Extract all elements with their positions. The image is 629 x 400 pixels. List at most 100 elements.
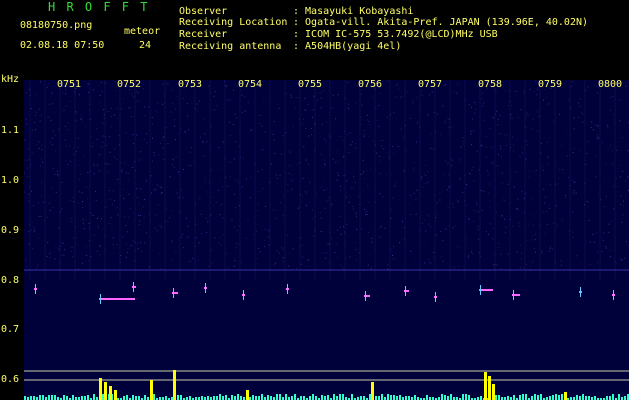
noise-pixel: [171, 240, 173, 242]
noise-pixel: [61, 182, 63, 183]
noise-pixel: [47, 242, 49, 244]
noise-pixel: [237, 181, 239, 183]
echo-bar: [294, 394, 296, 400]
noise-pixel: [534, 239, 536, 241]
noise-pixel: [97, 225, 99, 227]
noise-pixel: [136, 188, 138, 190]
echo-bar-strong: [114, 390, 117, 400]
noise-pixel: [321, 231, 323, 232]
echo-bar: [405, 396, 407, 400]
echo-bar: [576, 395, 578, 400]
y-tick: 1.1: [1, 125, 20, 136]
noise-pixel: [519, 155, 521, 157]
noise-pixel: [466, 204, 468, 206]
noise-pixel: [271, 163, 273, 165]
noise-pixel: [611, 150, 613, 152]
noise-pixel: [87, 198, 89, 200]
noise-pixel: [287, 190, 289, 192]
noise-pixel: [616, 263, 618, 265]
noise-pixel: [109, 199, 111, 201]
noise-pixel: [462, 137, 464, 139]
noise-pixel: [351, 187, 352, 189]
noise-pixel: [306, 193, 308, 195]
noise-pixel: [265, 228, 266, 230]
noise-pixel: [63, 254, 65, 256]
noise-pixel: [66, 145, 68, 147]
noise-pixel: [40, 120, 41, 122]
echo-bar: [279, 394, 281, 400]
noise-pixel: [105, 206, 107, 208]
echo-bar: [579, 396, 581, 400]
noise-pixel: [511, 117, 513, 119]
noise-pixel: [445, 160, 447, 162]
field-value-location: : Ogata-vill. Akita-Pref. JAPAN (139.96E…: [293, 17, 589, 28]
noise-pixel: [606, 247, 607, 249]
echo-bar: [462, 394, 464, 400]
noise-pixel: [609, 97, 611, 98]
noise-pixel: [38, 237, 39, 239]
noise-pixel: [210, 126, 212, 128]
noise-pixel: [560, 264, 562, 266]
noise-pixel: [143, 138, 145, 140]
noise-pixel: [200, 136, 202, 138]
noise-pixel: [229, 99, 231, 101]
noise-pixel: [213, 95, 215, 97]
noise-pixel: [340, 233, 342, 235]
noise-pixel: [128, 193, 130, 195]
noise-pixel: [485, 135, 487, 137]
noise-pixel: [233, 226, 235, 228]
noise-pixel: [482, 190, 484, 192]
noise-pixel: [172, 103, 174, 105]
noise-pixel: [113, 156, 115, 158]
echo-bar: [333, 394, 335, 400]
noise-pixel: [199, 100, 201, 102]
noise-pixel: [144, 106, 146, 108]
noise-pixel: [573, 128, 575, 130]
noise-pixel: [375, 108, 377, 110]
noise-pixel: [182, 247, 184, 249]
noise-pixel: [405, 150, 407, 152]
noise-pixel: [175, 139, 176, 141]
field-value-observer: : Masayuki Kobayashi: [293, 6, 414, 17]
noise-pixel: [415, 213, 417, 215]
noise-pixel: [296, 163, 298, 165]
noise-pixel: [485, 231, 487, 233]
noise-pixel: [573, 192, 575, 193]
noise-pixel: [103, 118, 105, 120]
noise-pixel: [133, 143, 134, 145]
noise-pixel: [424, 262, 426, 264]
y-axis-unit: kHz: [1, 74, 20, 85]
noise-pixel: [167, 221, 169, 223]
noise-pixel: [127, 252, 129, 254]
noise-pixel: [25, 261, 27, 263]
noise-pixel: [188, 164, 190, 166]
noise-pixel: [506, 134, 508, 136]
noise-pixel: [265, 206, 266, 207]
noise-pixel: [151, 192, 152, 194]
noise-pixel: [413, 258, 415, 260]
noise-pixel: [337, 257, 339, 258]
noise-pixel: [310, 127, 312, 129]
noise-pixel: [272, 134, 274, 135]
noise-pixel: [519, 225, 521, 227]
noise-pixel: [30, 229, 32, 231]
noise-pixel: [97, 218, 98, 219]
noise-pixel: [263, 239, 265, 241]
noise-pixel: [244, 110, 246, 112]
noise-pixel: [253, 234, 255, 235]
date-time: 02.08.18 07:50: [20, 40, 105, 51]
noise-pixel: [26, 265, 28, 267]
noise-pixel: [227, 185, 228, 187]
noise-pixel: [349, 132, 351, 134]
noise-pixel: [331, 203, 333, 205]
noise-pixel: [491, 163, 493, 165]
noise-pixel: [143, 198, 145, 200]
noise-pixel: [167, 186, 169, 188]
noise-pixel: [256, 258, 258, 260]
field-value-antenna: : A504HB(yagi 4el): [293, 41, 402, 52]
noise-pixel: [229, 161, 231, 163]
noise-pixel: [132, 166, 134, 168]
noise-pixel: [163, 95, 165, 97]
noise-pixel: [291, 180, 293, 182]
echo-bar: [444, 395, 446, 400]
